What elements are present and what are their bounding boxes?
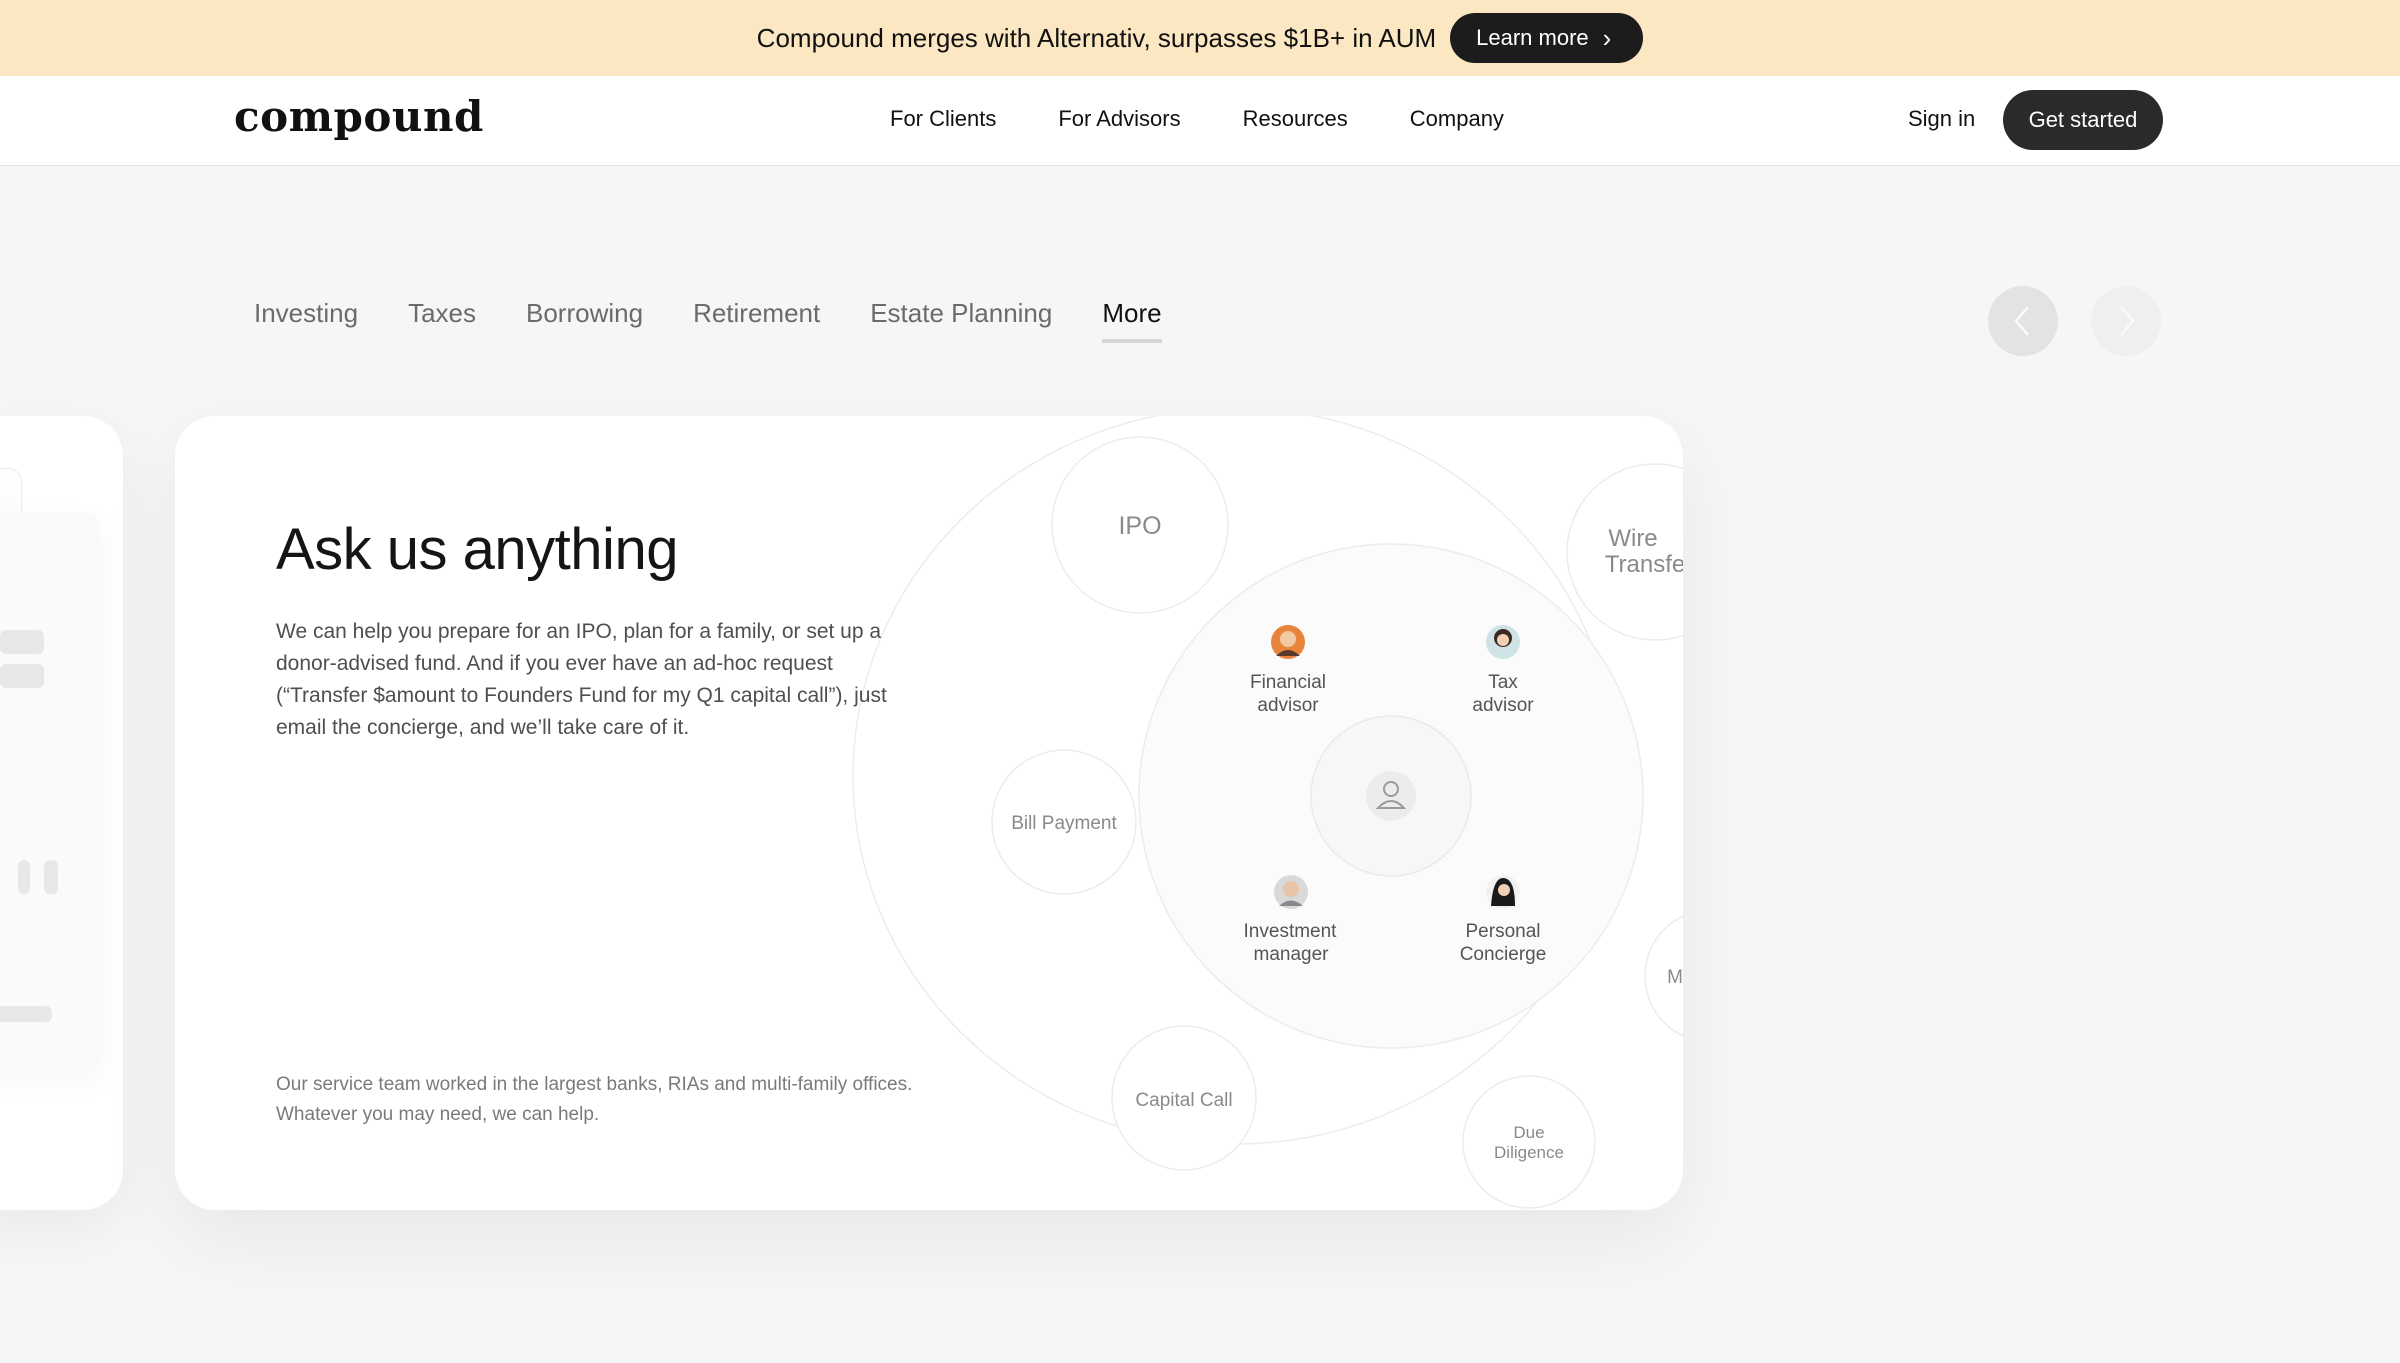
nav-links: For Clients For Advisors Resources Compa… bbox=[890, 106, 1504, 132]
wire-transfer-label: Transfe bbox=[1605, 551, 1683, 578]
skeleton-bar bbox=[0, 1006, 52, 1022]
banner-text: Compound merges with Alternativ, surpass… bbox=[756, 22, 1437, 53]
skeleton-bar bbox=[0, 630, 44, 654]
bill-payment-label: Bill Payment bbox=[1011, 813, 1117, 834]
tab-more[interactable]: More bbox=[1102, 298, 1162, 343]
chevron-right-icon bbox=[2120, 306, 2135, 336]
nav-link-for-advisors[interactable]: For Advisors bbox=[1058, 106, 1180, 132]
previous-card[interactable] bbox=[0, 416, 123, 1210]
due-diligence-node bbox=[1462, 1075, 1596, 1209]
financial-advisor-label: advisor bbox=[1257, 695, 1319, 716]
tab-borrowing[interactable]: Borrowing bbox=[526, 298, 643, 343]
learn-more-button[interactable]: Learn more › bbox=[1450, 13, 1644, 63]
tax-advisor-label: advisor bbox=[1472, 695, 1534, 716]
carousel-next-button[interactable] bbox=[2091, 286, 2161, 356]
tab-taxes[interactable]: Taxes bbox=[408, 298, 476, 343]
nav-link-company[interactable]: Company bbox=[1410, 106, 1504, 132]
capital-call-label: Capital Call bbox=[1135, 1090, 1232, 1111]
due-diligence-label: Diligence bbox=[1494, 1143, 1564, 1162]
sign-in-link[interactable]: Sign in bbox=[1908, 106, 1975, 132]
skeleton-bar bbox=[18, 860, 30, 894]
tab-estate-planning[interactable]: Estate Planning bbox=[870, 298, 1052, 343]
announcement-banner: Compound merges with Alternativ, surpass… bbox=[0, 0, 2400, 76]
carousel-prev-button[interactable] bbox=[1988, 286, 2058, 356]
chevron-right-icon: › bbox=[1602, 23, 1612, 53]
nav-link-resources[interactable]: Resources bbox=[1243, 106, 1348, 132]
chevron-left-icon bbox=[2014, 306, 2029, 336]
tab-investing[interactable]: Investing bbox=[254, 298, 358, 343]
card-footnote: Our service team worked in the largest b… bbox=[276, 1074, 913, 1125]
card-description: We can help you prepare for an IPO, plan… bbox=[276, 620, 887, 739]
investment-manager-label: manager bbox=[1254, 944, 1330, 965]
nav-link-for-clients[interactable]: For Clients bbox=[890, 106, 996, 132]
tax-advisor-label: Tax bbox=[1488, 672, 1518, 693]
learn-more-label: Learn more bbox=[1476, 25, 1589, 50]
wire-transfer-label: Wire bbox=[1608, 525, 1657, 552]
skeleton-bar bbox=[0, 664, 44, 688]
top-navigation: compound For Clients For Advisors Resour… bbox=[0, 76, 2400, 166]
m-label: M bbox=[1667, 967, 1683, 988]
financial-advisor-avatar bbox=[1271, 625, 1305, 659]
tax-advisor-avatar bbox=[1486, 625, 1520, 659]
financial-advisor-label: Financial bbox=[1250, 672, 1326, 693]
tab-retirement[interactable]: Retirement bbox=[693, 298, 820, 343]
logo[interactable]: compound bbox=[234, 92, 484, 141]
card-heading: Ask us anything bbox=[276, 517, 678, 582]
personal-concierge-avatar bbox=[1486, 875, 1520, 909]
ask-us-anything-card: IPO Wire Transfe Bill Payment Capital Ca… bbox=[175, 416, 1683, 1210]
personal-concierge-label: Personal bbox=[1466, 921, 1541, 942]
personal-concierge-label: Concierge bbox=[1460, 944, 1547, 965]
investment-manager-avatar bbox=[1274, 875, 1308, 909]
get-started-button[interactable]: Get started bbox=[2003, 90, 2163, 150]
investment-manager-label: Investment bbox=[1244, 921, 1338, 942]
skeleton-bar bbox=[44, 860, 58, 894]
ipo-label: IPO bbox=[1118, 512, 1161, 540]
category-tabs: Investing Taxes Borrowing Retirement Est… bbox=[254, 298, 1162, 343]
due-diligence-label: Due bbox=[1513, 1123, 1544, 1142]
card-preview-panel bbox=[0, 512, 100, 1072]
